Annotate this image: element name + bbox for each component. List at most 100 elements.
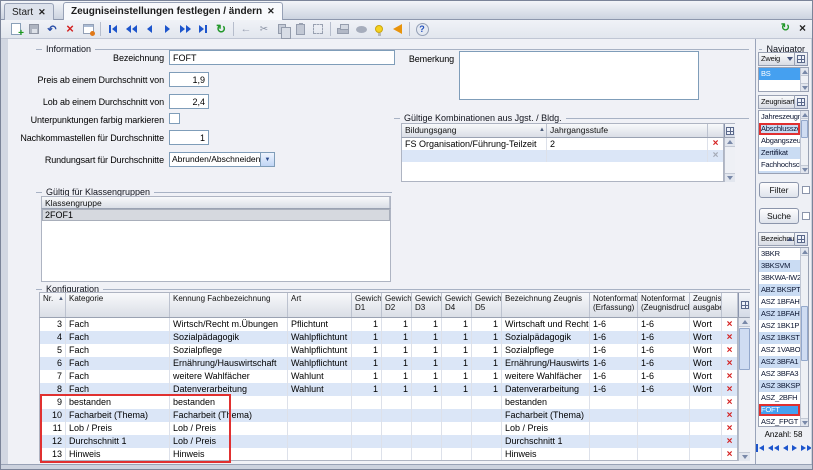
kennung-cell[interactable]: Lob / Preis [170, 435, 288, 448]
gewicht-d3-cell[interactable]: 1 [412, 331, 442, 344]
new-record-icon[interactable] [7, 21, 25, 37]
table-row[interactable]: 9 bestanden bestanden bestanden [40, 396, 737, 409]
gewicht-d4-cell[interactable]: 1 [442, 331, 472, 344]
scroll-up-icon[interactable] [801, 111, 808, 119]
nr-cell[interactable]: 5 [40, 344, 66, 357]
column-header-kennung[interactable]: Kennung Fachbezeichnung [170, 293, 288, 317]
bezeichnung-zeugnis-cell[interactable]: Datenverarbeitung [502, 383, 590, 396]
gewicht-d5-cell[interactable]: 1 [472, 344, 502, 357]
gewicht-d3-cell[interactable]: 1 [412, 344, 442, 357]
delete-row-icon[interactable] [708, 150, 724, 162]
scroll-down-icon[interactable] [801, 165, 808, 173]
table-row[interactable]: FS Organisation/Führung-Teilzeit 2 [402, 138, 723, 150]
nr-cell[interactable]: 4 [40, 331, 66, 344]
gewicht-d1-cell[interactable]: 1 [352, 331, 382, 344]
zeugnisausgabe-cell[interactable]: Wort [690, 383, 722, 396]
notenformat-zeugnisdruck-cell[interactable]: 1-6 [638, 331, 690, 344]
kennung-cell[interactable]: weitere Wahlfächer [170, 370, 288, 383]
art-cell[interactable]: Pflichtunt [288, 318, 352, 331]
art-cell[interactable] [288, 448, 352, 461]
suche-button[interactable]: Suche [759, 208, 799, 224]
rundungsart-select[interactable]: Abrunden/Abschneiden [169, 152, 275, 167]
bezeichnung-zeugnis-cell[interactable]: Sozialpflege [502, 344, 590, 357]
gewicht-d1-cell[interactable] [352, 409, 382, 422]
gewicht-d5-cell[interactable] [472, 409, 502, 422]
scroll-down-icon[interactable] [739, 452, 750, 461]
bezeichnung-zeugnis-cell[interactable]: Lob / Preis [502, 422, 590, 435]
edit-form-icon[interactable] [79, 21, 97, 37]
scrollbar-thumb[interactable] [739, 328, 750, 370]
gewicht-d4-cell[interactable]: 1 [442, 370, 472, 383]
column-header-kategorie[interactable]: Kategorie [66, 293, 170, 317]
back-arrow-icon[interactable]: ← [237, 21, 255, 37]
gewicht-d1-cell[interactable] [352, 448, 382, 461]
column-header-gewicht-d5[interactable]: Gewicht D5 [472, 293, 502, 317]
close-panel-icon[interactable]: × [799, 22, 806, 34]
bezeichnung-zeugnis-cell[interactable]: bestanden [502, 396, 590, 409]
table-row[interactable] [402, 150, 723, 162]
kategorie-cell[interactable]: Fach [66, 357, 170, 370]
nr-cell[interactable]: 12 [40, 435, 66, 448]
notenformat-zeugnisdruck-cell[interactable]: 1-6 [638, 383, 690, 396]
notenformat-zeugnisdruck-cell[interactable] [638, 448, 690, 461]
kennung-cell[interactable]: Wirtsch/Recht m.Übungen [170, 318, 288, 331]
kategorie-cell[interactable]: Lob / Preis [66, 422, 170, 435]
column-header-gewicht-d4[interactable]: Gewicht D4 [442, 293, 472, 317]
gewicht-d4-cell[interactable] [442, 435, 472, 448]
art-cell[interactable]: Wahlpflichtunt [288, 331, 352, 344]
column-header-klassengruppe[interactable]: Klassengruppe [42, 197, 390, 208]
table-row[interactable]: 7 Fach weitere Wahlfächer Wahlunt 1 1 1 … [40, 370, 737, 383]
hint-bulb-icon[interactable] [370, 21, 388, 37]
gewicht-d3-cell[interactable]: 1 [412, 383, 442, 396]
list-item[interactable]: Fachhochschulre... [759, 159, 800, 171]
lob-input[interactable] [169, 94, 209, 109]
nav-next-icon[interactable] [792, 444, 797, 452]
nr-cell[interactable]: 9 [40, 396, 66, 409]
refresh-icon[interactable]: ↻ [212, 21, 230, 37]
kategorie-cell[interactable]: Fach [66, 331, 170, 344]
gewicht-d1-cell[interactable]: 1 [352, 344, 382, 357]
gewicht-d4-cell[interactable] [442, 409, 472, 422]
scrollbar-thumb[interactable] [801, 306, 808, 361]
bildungsgang-cell[interactable] [402, 150, 547, 162]
chevron-down-icon[interactable] [260, 153, 274, 166]
scroll-up-icon[interactable] [739, 318, 750, 327]
zeugnisausgabe-cell[interactable] [690, 422, 722, 435]
column-chooser-button[interactable] [724, 124, 735, 137]
zeugnisart-header[interactable]: Zeugnisart (Anze... [758, 95, 795, 109]
gewicht-d5-cell[interactable]: 1 [472, 357, 502, 370]
gewicht-d3-cell[interactable] [412, 396, 442, 409]
list-item[interactable]: Jahreszeugnis [759, 111, 800, 123]
zeugnisausgabe-cell[interactable]: Wort [690, 357, 722, 370]
gewicht-d4-cell[interactable]: 1 [442, 357, 472, 370]
bezeichnung-zeugnis-cell[interactable]: Sozialpädagogik [502, 331, 590, 344]
notification-horn-icon[interactable] [388, 21, 406, 37]
kategorie-cell[interactable]: Durchschnitt 1 [66, 435, 170, 448]
notenformat-erfassung-cell[interactable]: 1-6 [590, 383, 638, 396]
nr-cell[interactable]: 6 [40, 357, 66, 370]
art-cell[interactable]: Wahlpflichtunt [288, 357, 352, 370]
art-cell[interactable]: Wahlunt [288, 370, 352, 383]
gewicht-d2-cell[interactable]: 1 [382, 357, 412, 370]
delete-row-icon[interactable] [722, 383, 738, 396]
bemerkung-textarea[interactable] [459, 51, 699, 100]
gewicht-d2-cell[interactable]: 1 [382, 331, 412, 344]
scroll-up-icon[interactable] [801, 68, 808, 76]
bezeichnung-zeugnis-cell[interactable]: Wirtschaft und Recht mit... [502, 318, 590, 331]
bezeichnung-zeugnis-cell[interactable]: Facharbeit (Thema) [502, 409, 590, 422]
gewicht-d1-cell[interactable] [352, 396, 382, 409]
kennung-cell[interactable]: Ernährung/Hauswirtschaft [170, 357, 288, 370]
filter-checkbox[interactable] [802, 186, 810, 194]
gewicht-d1-cell[interactable]: 1 [352, 357, 382, 370]
nav-next-icon[interactable] [158, 21, 176, 37]
gewicht-d4-cell[interactable]: 1 [442, 383, 472, 396]
bezeichnung-zeugnis-cell[interactable]: Hinweis [502, 448, 590, 461]
scroll-down-icon[interactable] [801, 418, 808, 426]
list-item[interactable]: ASZ 3BFA3 [759, 368, 800, 380]
art-cell[interactable]: Wahlpflichtunt [288, 344, 352, 357]
notenformat-erfassung-cell[interactable] [590, 435, 638, 448]
table-row[interactable]: 10 Facharbeit (Thema) Facharbeit (Thema)… [40, 409, 737, 422]
art-cell[interactable] [288, 409, 352, 422]
table-row[interactable]: 4 Fach Sozialpädagogik Wahlpflichtunt 1 … [40, 331, 737, 344]
delete-row-icon[interactable] [722, 318, 738, 331]
